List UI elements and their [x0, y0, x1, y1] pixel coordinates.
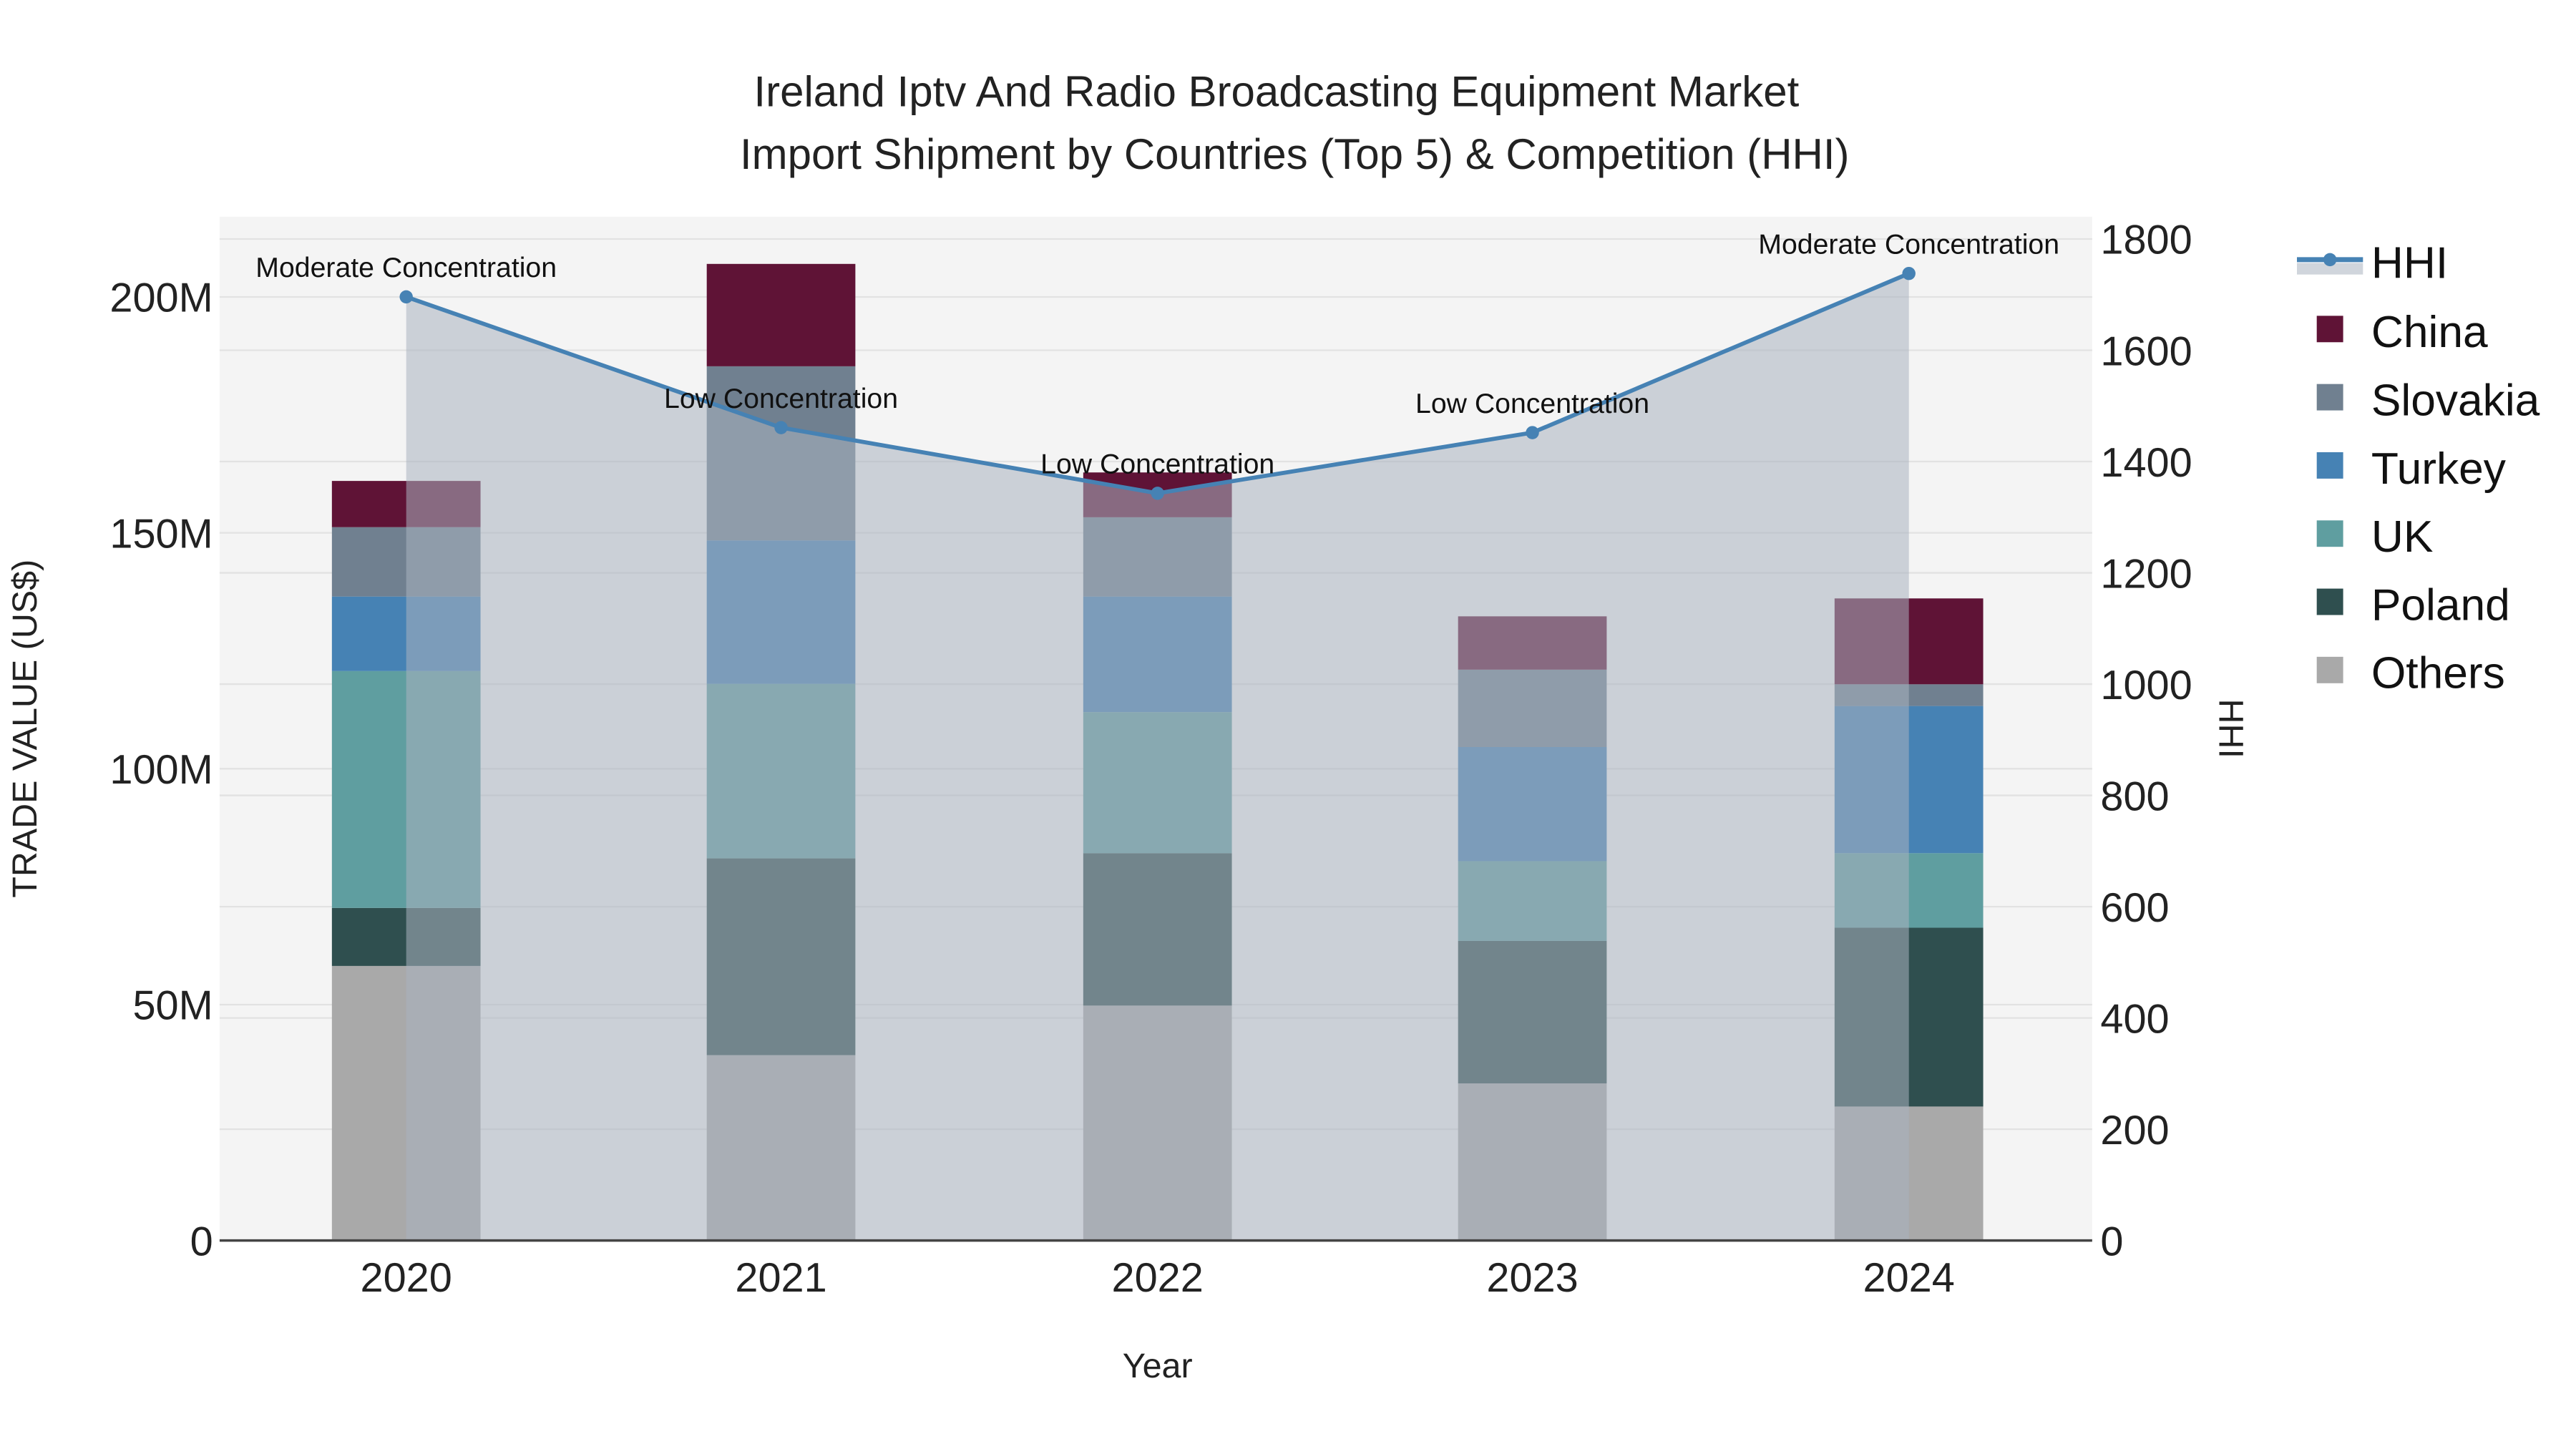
y2-axis-label: HHI — [2212, 699, 2250, 758]
x-tick-label: 2021 — [735, 1255, 826, 1301]
y2-tick-label: 1400 — [2100, 440, 2192, 486]
chart: Moderate Concentration Low Concentration L… — [0, 0, 2576, 1449]
hhi-point-2022 — [1151, 487, 1164, 500]
y2-tick-label: 800 — [2100, 774, 2169, 819]
legend-swatch-poland — [2316, 588, 2343, 615]
y2-tick-label: 1800 — [2100, 218, 2192, 263]
legend-label-uk: UK — [2371, 512, 2434, 562]
hhi-point-2023 — [1526, 426, 1539, 439]
bar-china-2021 — [706, 263, 856, 366]
legend-label-others: Others — [2371, 649, 2505, 698]
hhi-point-2021 — [774, 421, 788, 434]
hhi-point-2024 — [1902, 266, 1916, 280]
hhi-annotation: Low Concentration — [1040, 449, 1274, 480]
x-tick-label: 2020 — [361, 1255, 452, 1301]
legend-swatch-slovakia — [2316, 384, 2343, 411]
y2-tick-label: 200 — [2100, 1108, 2169, 1153]
legend-hhi-marker — [2323, 253, 2337, 267]
chart-title-line2: Import Shipment by Countries (Top 5) & C… — [740, 130, 1850, 178]
hhi-annotation: Moderate Concentration — [255, 252, 557, 283]
y-axis-label: TRADE VALUE (US$) — [6, 560, 44, 898]
legend-label-hhi: HHI — [2371, 238, 2448, 288]
legend-label-poland: Poland — [2371, 580, 2510, 630]
hhi-annotation: Low Concentration — [664, 383, 898, 414]
chart-title-line1: Ireland Iptv And Radio Broadcasting Equi… — [753, 67, 1799, 115]
y2-tick-label: 1200 — [2100, 551, 2192, 597]
legend-label-china: China — [2371, 308, 2488, 357]
y2-tick-label: 600 — [2100, 885, 2169, 931]
legend-swatch-turkey — [2316, 452, 2343, 479]
x-tick-label: 2024 — [1863, 1255, 1955, 1301]
y-tick-label: 100M — [109, 747, 213, 793]
y2-tick-label: 0 — [2100, 1219, 2123, 1264]
y-tick-label: 50M — [132, 983, 213, 1029]
hhi-annotation: Low Concentration — [1415, 388, 1649, 419]
y-tick-label: 200M — [109, 275, 213, 321]
y-tick-label: 150M — [109, 511, 213, 557]
legend-swatch-china — [2316, 316, 2343, 343]
legend-swatch-others — [2316, 656, 2343, 683]
legend-label-turkey: Turkey — [2371, 444, 2507, 494]
y2-tick-label: 1600 — [2100, 328, 2192, 374]
x-tick-label: 2022 — [1112, 1255, 1204, 1301]
legend-label-slovakia: Slovakia — [2371, 376, 2540, 426]
hhi-point-2020 — [399, 290, 413, 304]
y2-tick-label: 1000 — [2100, 663, 2192, 708]
y2-tick-label: 400 — [2100, 996, 2169, 1042]
y-tick-label: 0 — [190, 1219, 213, 1264]
x-tick-label: 2023 — [1486, 1255, 1578, 1301]
legend-swatch-uk — [2316, 520, 2343, 547]
hhi-annotation: Moderate Concentration — [1758, 229, 2059, 260]
x-axis-label: Year — [1123, 1347, 1193, 1385]
